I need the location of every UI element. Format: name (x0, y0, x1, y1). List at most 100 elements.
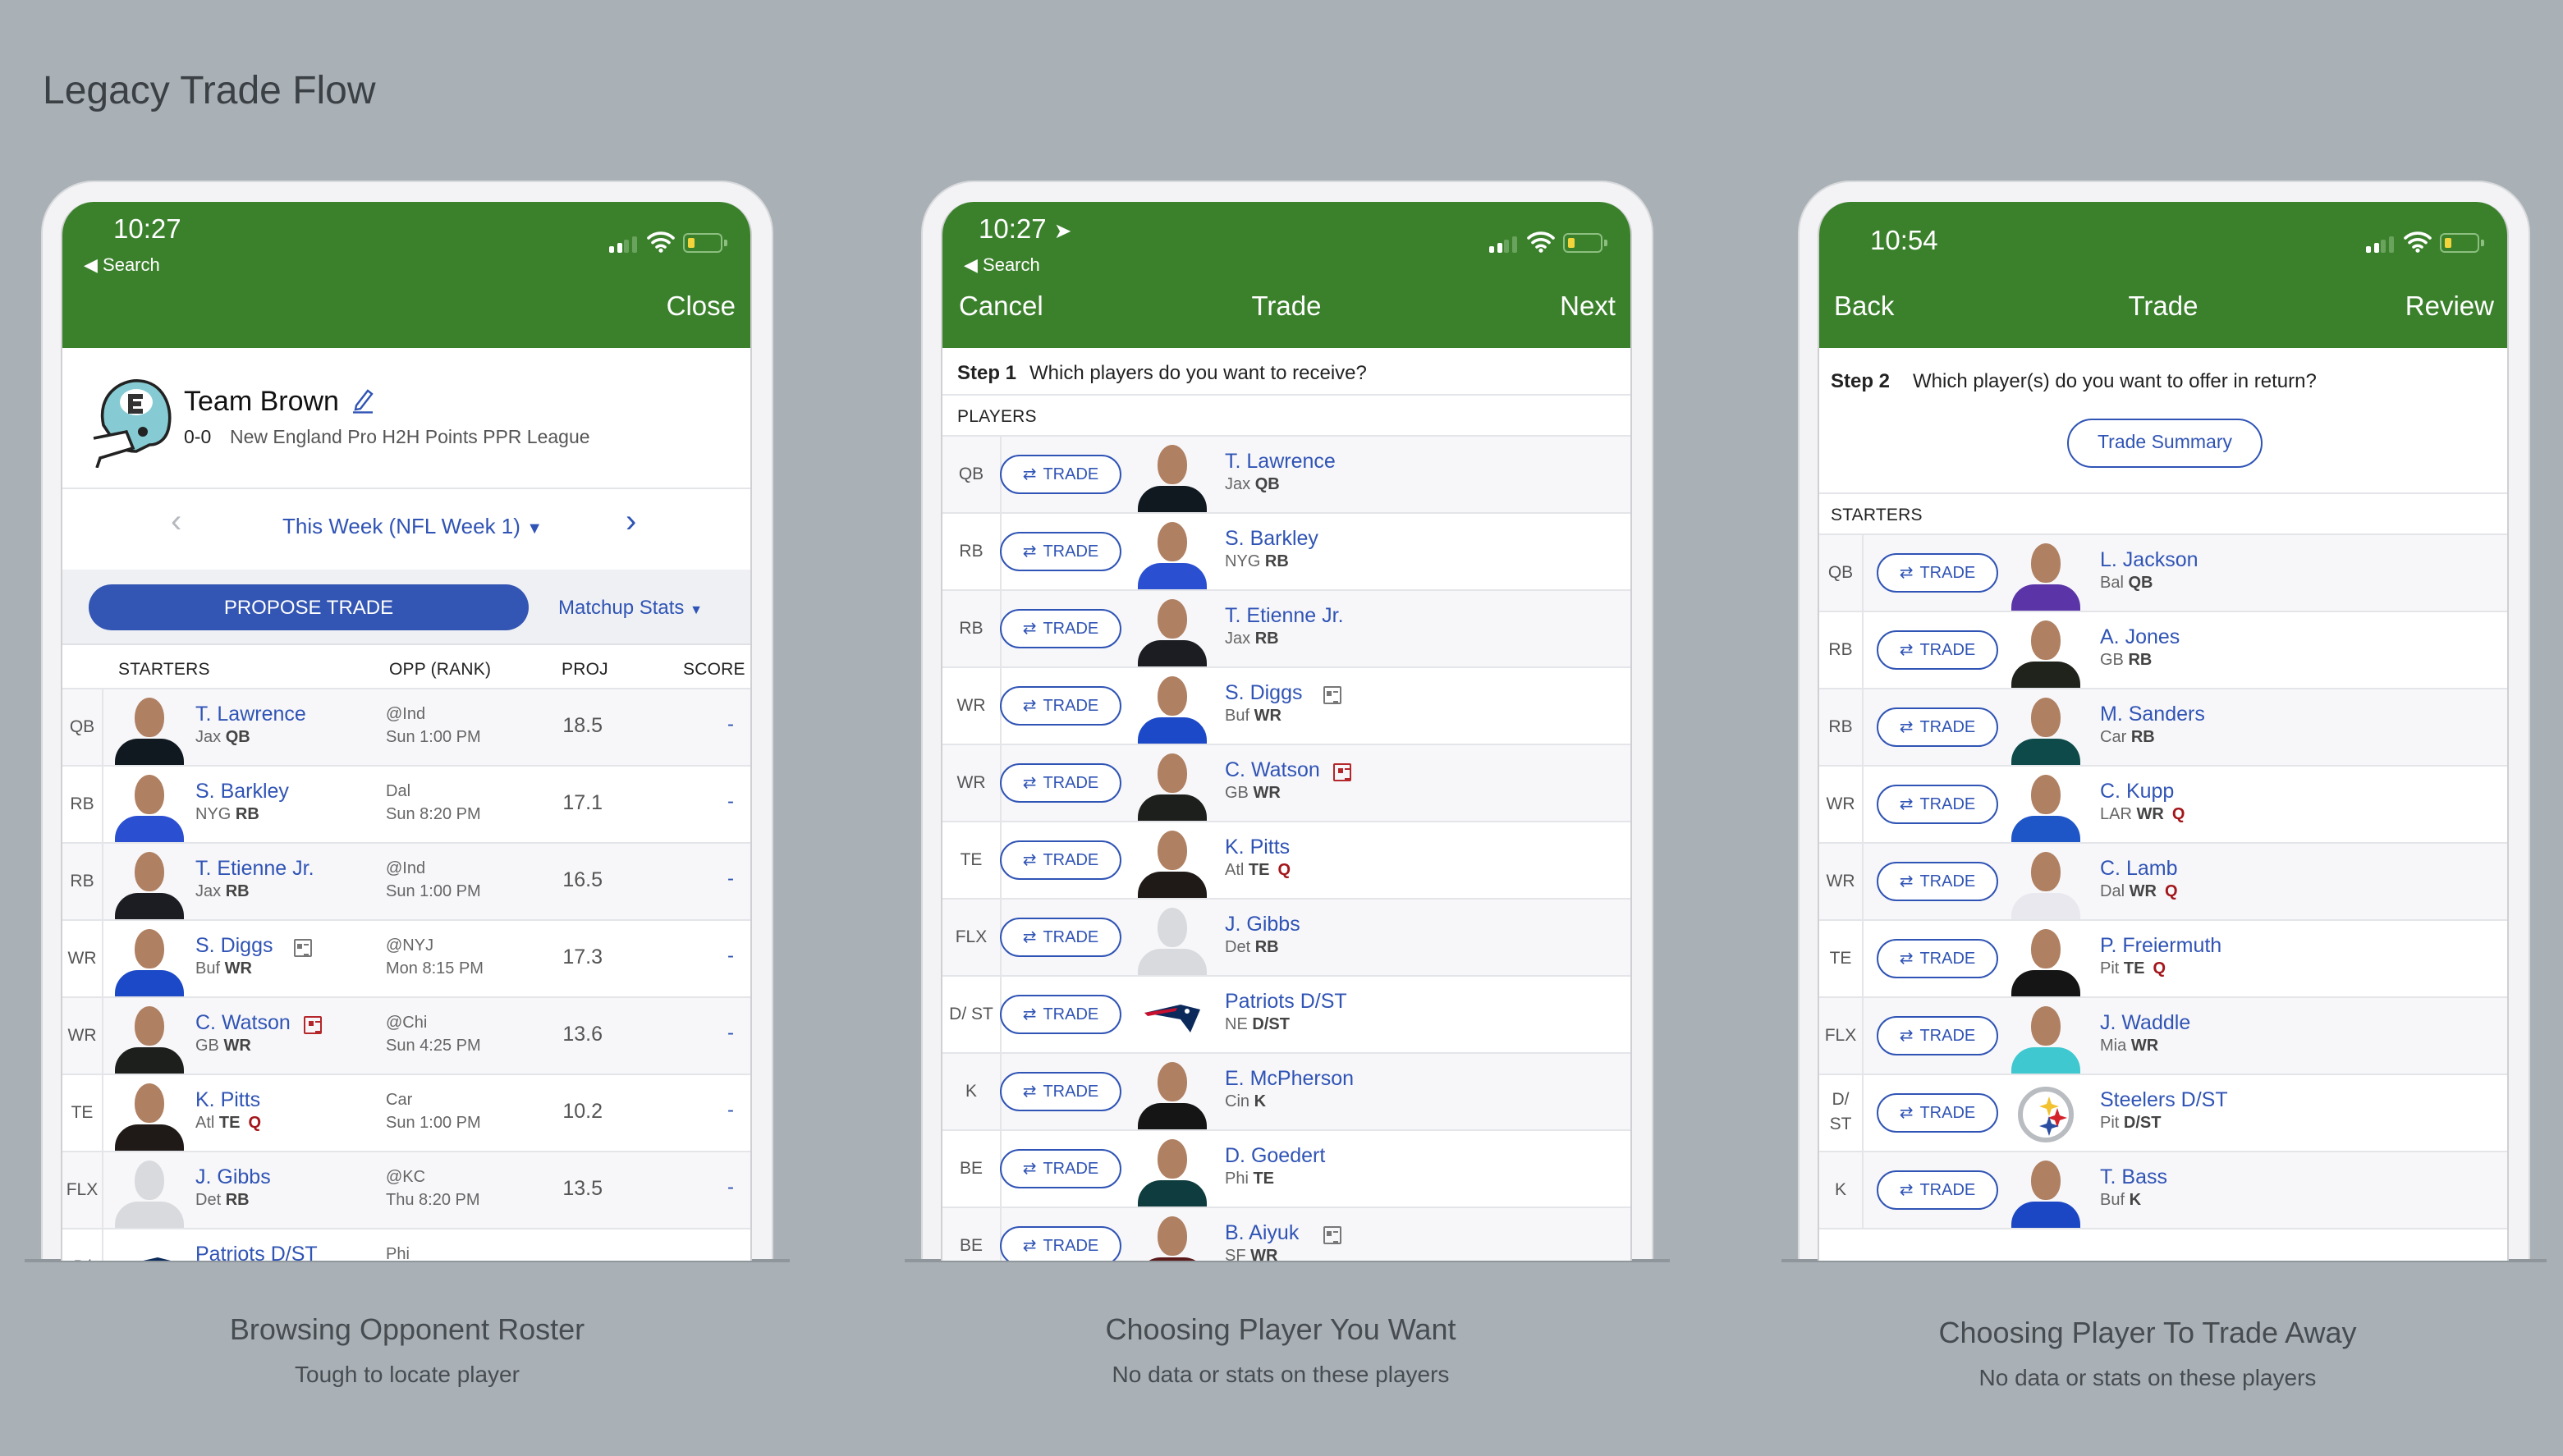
player-name[interactable]: S. Barkley (195, 780, 289, 803)
trade-button[interactable]: ⇄ TRADE (1000, 918, 1121, 957)
trade-button[interactable]: ⇄ TRADE (1877, 1093, 1998, 1133)
player-name[interactable]: K. Pitts (1225, 836, 1290, 858)
table-row[interactable]: RB S. Barkley NYG RB Dal Sun 8:20 PM 17.1 - (62, 767, 750, 844)
player-name[interactable]: T. Etienne Jr. (1225, 604, 1344, 627)
propose-trade-button[interactable]: PROPOSE TRADE (89, 584, 529, 630)
player-position: WR (223, 1037, 251, 1055)
roster-slot: WR (942, 745, 1002, 821)
table-row[interactable]: RB T. Etienne Jr. Jax RB @Ind Sun 1:00 PM 16.… (62, 844, 750, 921)
trade-button[interactable]: ⇄ TRADE (1877, 1170, 1998, 1210)
trade-button[interactable]: ⇄ TRADE (1877, 1016, 1998, 1055)
player-name[interactable]: P. Freiermuth (2100, 934, 2221, 957)
player-name[interactable]: T. Bass (2100, 1165, 2167, 1188)
player-name[interactable]: C. Kupp (2100, 780, 2174, 803)
injury-status-badge: Q (248, 1115, 262, 1133)
trade-label: TRADE (1919, 1104, 1976, 1122)
player-jersey (1138, 717, 1207, 744)
trade-button[interactable]: ⇄ TRADE (1000, 686, 1121, 726)
news-icon[interactable] (1323, 1226, 1341, 1244)
player-name[interactable]: S. Diggs (195, 934, 273, 957)
swap-arrows-icon: ⇄ (1022, 774, 1037, 792)
trade-button[interactable]: ⇄ TRADE (1000, 455, 1121, 494)
trade-button[interactable]: ⇄ TRADE (1877, 707, 1998, 747)
cancel-button[interactable]: Cancel (959, 292, 1043, 323)
review-button[interactable]: Review (2405, 292, 2494, 323)
league-name: New England Pro H2H Points PPR League (230, 428, 590, 448)
player-name[interactable]: T. Lawrence (195, 703, 306, 726)
close-button[interactable]: Close (667, 292, 736, 323)
caption-subtitle: No data or stats on these players (1978, 1364, 2317, 1390)
player-name[interactable]: M. Sanders (2100, 703, 2205, 726)
swap-arrows-icon: ⇄ (1022, 465, 1037, 483)
player-name[interactable]: S. Diggs (1225, 681, 1303, 704)
trade-button[interactable]: ⇄ TRADE (1877, 630, 1998, 670)
table-row[interactable]: FLX J. Gibbs Det RB @KC Thu 8:20 PM 13.5 - (62, 1152, 750, 1229)
news-icon[interactable] (293, 939, 312, 957)
table-row[interactable]: WR C. Watson GB WR @Chi Sun 4:25 PM 13.6 - (62, 998, 750, 1075)
player-name[interactable]: Steelers D/ST (2100, 1088, 2228, 1111)
caret-down-icon: ▼ (690, 602, 703, 617)
opponent: Car Sun 1:00 PM (386, 1090, 481, 1136)
trade-button[interactable]: ⇄ TRADE (1877, 553, 1998, 593)
news-icon[interactable] (304, 1016, 323, 1034)
next-button[interactable]: Next (1560, 292, 1616, 323)
table-row[interactable]: TE K. Pitts Atl TE Q Car Sun 1:00 PM 10.2 - (62, 1075, 750, 1152)
table-row[interactable]: QB T. Lawrence Jax QB @Ind Sun 1:00 PM 18.5 - (62, 689, 750, 767)
player-name[interactable]: J. Gibbs (195, 1165, 271, 1188)
trade-button[interactable]: ⇄ TRADE (1000, 1072, 1121, 1111)
player-name[interactable]: K. Pitts (195, 1088, 260, 1111)
projected-points: 17.1 (562, 791, 603, 814)
table-header: STARTERS OPP (RANK) PROJ SCORE (62, 647, 750, 689)
trade-button[interactable]: ⇄ TRADE (1000, 1149, 1121, 1188)
trade-button[interactable]: ⇄ TRADE (1877, 939, 1998, 978)
player-name[interactable]: T. Etienne Jr. (195, 857, 314, 880)
back-to-search[interactable]: ◀ Search (84, 254, 160, 276)
trade-summary-button[interactable]: Trade Summary (2067, 419, 2263, 468)
trade-button[interactable]: ⇄ TRADE (1000, 840, 1121, 880)
trade-button[interactable]: ⇄ TRADE (1877, 785, 1998, 824)
news-icon[interactable] (1323, 686, 1341, 704)
player-name[interactable]: J. Gibbs (1225, 913, 1300, 936)
opponent: @KC Thu 8:20 PM (386, 1167, 480, 1213)
player-position: TE (1248, 862, 1270, 880)
player-jersey (1138, 563, 1207, 589)
player-name[interactable]: D. Goedert (1225, 1144, 1325, 1167)
player-name[interactable]: Patriots D/ST (1225, 990, 1347, 1013)
week-selector[interactable]: This Week (NFL Week 1) ▼ (282, 514, 543, 538)
matchup-stats-dropdown[interactable]: Matchup Stats ▼ (558, 596, 703, 619)
player-team-position: GB WR (1225, 785, 1281, 803)
player-jersey (1138, 949, 1207, 975)
player-name[interactable]: L. Jackson (2100, 548, 2198, 571)
trade-button[interactable]: ⇄ TRADE (1000, 609, 1121, 648)
prev-week-chevron-icon[interactable]: ‹ (171, 504, 181, 542)
player-name[interactable]: E. McPherson (1225, 1067, 1354, 1090)
player-row: D/ ST ⇄ TRADE Steelers D/ST Pit D/ST (1819, 1075, 2507, 1152)
player-name[interactable]: S. Barkley (1225, 527, 1318, 550)
news-icon[interactable] (1333, 763, 1352, 781)
back-button[interactable]: Back (1834, 292, 1894, 323)
trade-button[interactable]: ⇄ TRADE (1000, 1226, 1121, 1261)
table-row[interactable]: WR S. Diggs Buf WR @NYJ Mon 8:15 PM 17.3 - (62, 921, 750, 998)
edit-pencil-icon[interactable] (351, 387, 374, 414)
swap-arrows-icon: ⇄ (1022, 1005, 1037, 1023)
trade-button[interactable]: ⇄ TRADE (1000, 995, 1121, 1034)
trade-button[interactable]: ⇄ TRADE (1000, 532, 1121, 571)
player-name[interactable]: C. Watson (1225, 758, 1320, 781)
player-row: FLX ⇄ TRADE J. Gibbs Det RB (942, 900, 1630, 977)
player-photo (2005, 924, 2087, 996)
player-name[interactable]: Patriots D/ST (195, 1243, 318, 1261)
player-name[interactable]: T. Lawrence (1225, 450, 1336, 473)
table-row[interactable]: D/Patriots D/ST Phi (62, 1229, 750, 1261)
player-name[interactable]: B. Aiyuk (1225, 1221, 1299, 1244)
step-question: Which players do you want to receive? (1029, 361, 1367, 384)
back-to-search[interactable]: ◀ Search (964, 254, 1040, 276)
player-name[interactable]: C. Lamb (2100, 857, 2178, 880)
player-name[interactable]: C. Watson (195, 1011, 291, 1034)
screen-browse-roster: 10:27 ◀ Search Close Team Brown 0-0 New … (61, 202, 752, 1261)
trade-button[interactable]: ⇄ TRADE (1877, 862, 1998, 901)
trade-button[interactable]: ⇄ TRADE (1000, 763, 1121, 803)
player-name[interactable]: A. Jones (2100, 625, 2180, 648)
player-team: SF (1225, 1248, 1246, 1261)
player-name[interactable]: J. Waddle (2100, 1011, 2190, 1034)
next-week-chevron-icon[interactable]: › (626, 504, 636, 542)
